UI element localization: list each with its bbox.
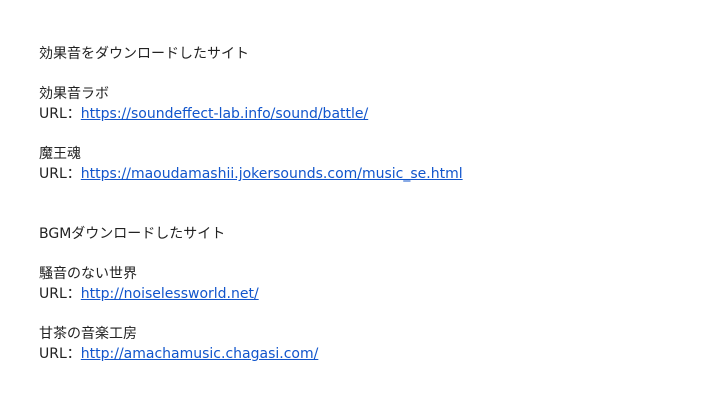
- site-link[interactable]: https://soundeffect-lab.info/sound/battl…: [81, 106, 368, 122]
- site-name: 甘茶の音楽工房: [39, 326, 137, 342]
- site-link[interactable]: http://noiselessworld.net/: [81, 286, 259, 302]
- site-url-row: URL：https://soundeffect-lab.info/sound/b…: [39, 104, 679, 124]
- site-link[interactable]: http://amachamusic.chagasi.com/: [81, 346, 319, 362]
- url-label: URL：: [39, 286, 81, 302]
- url-label: URL：: [39, 106, 81, 122]
- site-name: 騒音のない世界: [39, 266, 137, 282]
- site-url-row: URL：https://maoudamashii.jokersounds.com…: [39, 164, 679, 184]
- section-heading-sound-effects: 効果音をダウンロードしたサイト: [39, 46, 249, 62]
- section-heading-bgm: BGMダウンロードしたサイト: [39, 226, 226, 242]
- site-name: 効果音ラボ: [39, 86, 109, 102]
- site-url-row: URL：http://noiselessworld.net/: [39, 284, 679, 304]
- site-name: 魔王魂: [39, 146, 81, 162]
- site-link[interactable]: https://maoudamashii.jokersounds.com/mus…: [81, 166, 463, 182]
- url-label: URL：: [39, 166, 81, 182]
- site-url-row: URL：http://amachamusic.chagasi.com/: [39, 344, 679, 364]
- url-label: URL：: [39, 346, 81, 362]
- document-body: 効果音をダウンロードしたサイト 効果音ラボ URL：https://sounde…: [39, 44, 679, 364]
